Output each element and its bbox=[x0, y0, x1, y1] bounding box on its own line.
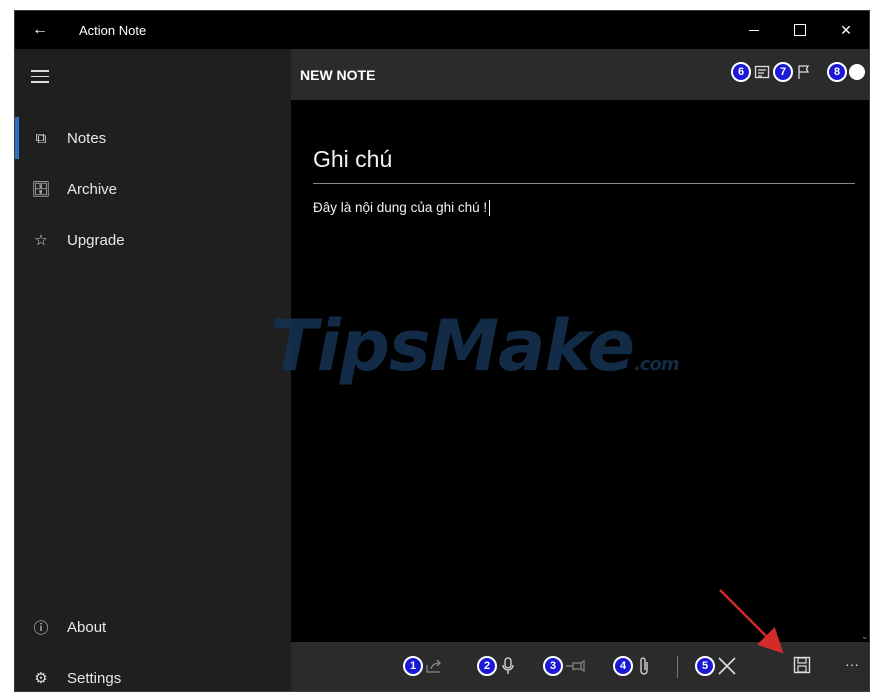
sidebar-item-label: Upgrade bbox=[67, 231, 125, 249]
pin-group[interactable]: 3 bbox=[543, 656, 585, 676]
annotation-badge-7: 7 bbox=[773, 62, 793, 82]
bottom-app-bar: 1 2 3 4 5 ··· bbox=[291, 642, 869, 691]
window-controls: ✕ bbox=[731, 11, 869, 49]
color-toggle[interactable] bbox=[849, 64, 865, 80]
close-button[interactable]: ✕ bbox=[823, 11, 869, 49]
note-title-text: Ghi chú bbox=[313, 146, 393, 172]
watermark-logo: TipsMake.com bbox=[270, 305, 680, 387]
attach-group[interactable]: 4 bbox=[613, 656, 653, 676]
pin-icon[interactable] bbox=[565, 659, 585, 673]
annotation-badge-1: 1 bbox=[403, 656, 423, 676]
microphone-icon[interactable] bbox=[499, 657, 517, 675]
annotation-badge-6: 6 bbox=[731, 62, 751, 82]
star-icon: ☆ bbox=[34, 232, 48, 249]
annotation-badge-3: 3 bbox=[543, 656, 563, 676]
sidebar: ⧉ Notes 🗄 Archive ☆ Upgrade ⓘ About ⚙ Se… bbox=[15, 49, 291, 691]
info-icon: ⓘ bbox=[33, 619, 49, 637]
divider bbox=[677, 656, 678, 678]
title-bar: ← Action Note ✕ bbox=[15, 11, 869, 49]
note-body-text: Đây là nội dung của ghi chú ! bbox=[313, 200, 488, 215]
flag-icon[interactable] bbox=[795, 64, 813, 80]
checklist-icon[interactable] bbox=[753, 64, 771, 80]
sidebar-item-notes[interactable]: ⧉ Notes bbox=[15, 113, 291, 163]
scrollbar[interactable] bbox=[859, 100, 869, 642]
minimize-button[interactable] bbox=[731, 11, 777, 49]
gear-icon: ⚙ bbox=[34, 670, 48, 687]
sidebar-item-upgrade[interactable]: ☆ Upgrade bbox=[15, 215, 291, 265]
watermark-suffix: .com bbox=[633, 354, 680, 375]
voice-group[interactable]: 2 bbox=[477, 656, 517, 676]
sidebar-item-archive[interactable]: 🗄 Archive bbox=[15, 164, 291, 214]
sidebar-item-label: Notes bbox=[67, 129, 107, 147]
sidebar-item-label: Settings bbox=[67, 669, 122, 687]
header-actions: 6 7 8 bbox=[731, 62, 865, 82]
note-body-field[interactable]: Đây là nội dung của ghi chú ! bbox=[313, 200, 491, 217]
note-title-field[interactable]: Ghi chú bbox=[313, 144, 855, 184]
maximize-button[interactable] bbox=[777, 11, 823, 49]
save-button[interactable] bbox=[793, 656, 811, 674]
sidebar-item-settings[interactable]: ⚙ Settings bbox=[15, 653, 291, 691]
page-title: NEW NOTE bbox=[300, 66, 376, 83]
copy-icon: ⧉ bbox=[35, 129, 47, 147]
more-options-button[interactable]: ··· bbox=[845, 656, 859, 672]
save-icon[interactable] bbox=[793, 656, 811, 674]
close-icon[interactable] bbox=[717, 656, 737, 676]
annotation-badge-5: 5 bbox=[695, 656, 715, 676]
annotation-badge-4: 4 bbox=[613, 656, 633, 676]
hamburger-menu-icon[interactable] bbox=[31, 70, 49, 83]
text-caret bbox=[489, 200, 491, 217]
share-group[interactable]: 1 bbox=[403, 656, 443, 676]
sidebar-item-about[interactable]: ⓘ About bbox=[15, 602, 291, 652]
annotation-badge-8: 8 bbox=[827, 62, 847, 82]
back-arrow-icon[interactable]: ← bbox=[15, 11, 65, 49]
share-icon[interactable] bbox=[425, 658, 443, 674]
archive-icon: 🗄 bbox=[31, 181, 51, 198]
note-header: NEW NOTE 6 7 8 bbox=[291, 49, 869, 100]
app-title: Action Note bbox=[79, 22, 147, 38]
paperclip-icon[interactable] bbox=[635, 656, 653, 676]
watermark-main: TipsMake bbox=[270, 305, 635, 387]
sidebar-item-label: About bbox=[67, 618, 107, 636]
sidebar-item-label: Archive bbox=[67, 180, 118, 198]
annotation-badge-2: 2 bbox=[477, 656, 497, 676]
discard-group[interactable]: 5 bbox=[695, 656, 737, 676]
